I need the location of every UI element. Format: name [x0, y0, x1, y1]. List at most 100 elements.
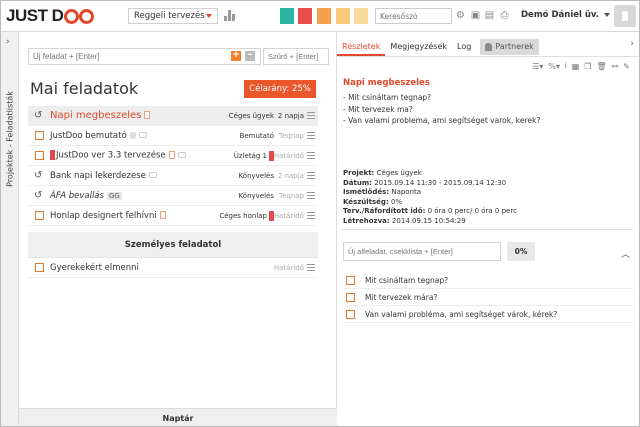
- projects-sidebar-collapsed[interactable]: › Projektek - Feladatlisták: [0, 32, 19, 427]
- subtask-checkbox[interactable]: [346, 309, 355, 319]
- logo-text: JUST D: [6, 6, 64, 25]
- task-title[interactable]: Bank napi lekerdezese: [50, 171, 146, 181]
- meta-value: 0 óra 0 perc/ 0 óra 0 perc: [427, 207, 517, 216]
- drag-handle-icon[interactable]: [307, 171, 315, 181]
- list-item[interactable]: Mit csináltam tegnap?: [343, 272, 633, 289]
- drag-handle-icon[interactable]: [307, 263, 315, 273]
- copy-icon[interactable]: ❐: [584, 62, 591, 71]
- task-meta: Projekt: Céges ügyek Dátum: 2015.09.14 1…: [343, 169, 517, 227]
- task-project: Bemutató: [239, 131, 274, 140]
- divider: [341, 229, 633, 230]
- task-title[interactable]: JustDoo bemutató: [50, 131, 127, 141]
- text-format-icon[interactable]: Ꭵ: [565, 61, 567, 71]
- calendar-bar[interactable]: Naptár: [19, 408, 337, 427]
- table-row[interactable]: JustDoo bemutató Bemutató Teqnap: [28, 126, 318, 146]
- repeat-icon: ↺: [34, 189, 43, 201]
- top-bar: JUST D Reggeli tervezés ⚙ ▣ ▤ ⎙ Demó Dán…: [0, 0, 640, 32]
- tab-partners[interactable]: Partnerek: [480, 39, 539, 55]
- repeat-icon: ↺: [34, 169, 43, 181]
- task-title[interactable]: Napi megbeszeles: [50, 110, 141, 121]
- delegated-icon: [129, 131, 136, 139]
- table-row[interactable]: Gyerekekért elmenni Határidő: [28, 258, 318, 278]
- add-task-button[interactable]: +: [231, 51, 241, 61]
- user-menu[interactable]: Demó Dániel üv.: [521, 10, 610, 20]
- meta-value: 0%: [390, 197, 403, 206]
- bar-chart-icon[interactable]: [224, 10, 236, 21]
- color-filter-pale-orange[interactable]: [354, 8, 368, 24]
- subtask-checkbox[interactable]: [346, 275, 355, 285]
- subtask-text[interactable]: Van valami probléma, ami segítséget váro…: [365, 310, 557, 319]
- collapse-button[interactable]: –: [245, 51, 255, 61]
- task-project: Üzletág 1: [233, 151, 267, 160]
- subtask-text[interactable]: Mit csináltam tegnap?: [365, 276, 448, 285]
- drag-handle-icon[interactable]: [307, 131, 315, 141]
- task-title[interactable]: ÁFA bevallás: [50, 191, 104, 201]
- subtask-text[interactable]: Mit tervezek mára?: [365, 293, 437, 302]
- tab-log[interactable]: Log: [452, 38, 476, 56]
- task-title[interactable]: Honlap designert felhívni: [50, 211, 157, 221]
- drag-handle-icon[interactable]: [307, 111, 315, 121]
- page-title: Mai feladatok: [30, 79, 139, 98]
- pin-button[interactable]: [614, 5, 636, 27]
- link-icon[interactable]: ⚯: [612, 62, 619, 71]
- subtask-progress: 0%: [507, 242, 535, 261]
- chevron-up-icon[interactable]: ︿: [621, 247, 630, 260]
- detail-description[interactable]: - Mit csináltam tegnap? - Mit tervezek m…: [343, 92, 540, 127]
- drag-handle-icon[interactable]: [307, 151, 315, 161]
- app-logo[interactable]: JUST D: [6, 6, 95, 26]
- detail-title[interactable]: Napi megbeszeles: [343, 78, 430, 88]
- table-row[interactable]: ↺ ÁFA bevallás GG Könyvelés Teqnap: [28, 186, 318, 206]
- view-select[interactable]: Reggeli tervezés: [128, 8, 218, 24]
- task-checkbox[interactable]: [35, 151, 44, 160]
- personal-tasks-heading[interactable]: Személyes feladatol: [28, 232, 318, 258]
- color-filter-red[interactable]: [298, 8, 312, 24]
- new-subtask-input[interactable]: [343, 242, 501, 261]
- search-input[interactable]: [375, 8, 452, 24]
- gear-icon[interactable]: ⚙: [455, 10, 466, 21]
- tab-notes[interactable]: Megjegyzések: [385, 38, 452, 56]
- color-filter-orange[interactable]: [317, 8, 331, 24]
- drag-handle-icon[interactable]: [307, 191, 315, 201]
- projects-lists-label[interactable]: Projektek - Feladatlisták: [2, 44, 17, 234]
- description-line: - Mit tervezek ma?: [343, 104, 413, 114]
- drag-handle-icon[interactable]: [307, 211, 315, 221]
- percent-icon[interactable]: %▾: [548, 62, 560, 71]
- table-row[interactable]: ↺ Napi megbeszeles Céges ügyek 2 napja: [28, 106, 318, 126]
- meta-value: Naponta: [391, 188, 422, 197]
- task-checkbox[interactable]: [35, 211, 44, 220]
- new-task-input[interactable]: [28, 48, 261, 65]
- subtask-checkbox[interactable]: [346, 292, 355, 302]
- task-title[interactable]: Gyerekekért elmenni: [50, 263, 139, 273]
- list-item[interactable]: Mit tervezek mára?: [343, 289, 633, 306]
- chevron-right-icon[interactable]: ›: [630, 39, 634, 49]
- grid-view-icon[interactable]: ▣: [470, 10, 481, 21]
- comment-icon: [138, 132, 147, 138]
- table-row[interactable]: Honlap designert felhívni Céges honlap H…: [28, 206, 318, 226]
- tab-details[interactable]: Részletek: [337, 38, 386, 56]
- task-checkbox[interactable]: [35, 263, 44, 272]
- task-project: Könyvelés: [238, 171, 274, 180]
- meta-value: 2015.09.14 11:30 - 2015.09.14 12:30: [374, 178, 507, 187]
- table-row[interactable]: JustDoo ver 3.3 tervezése Üzletág 1 Hatá…: [28, 146, 318, 166]
- task-checkbox[interactable]: [35, 131, 44, 140]
- edit-icon[interactable]: ✎: [623, 62, 630, 71]
- color-filter-teal[interactable]: [280, 8, 294, 24]
- task-list: ↺ Napi megbeszeles Céges ügyek 2 napja J…: [28, 106, 318, 278]
- target-ratio-badge[interactable]: Célarány: 25%: [244, 80, 316, 98]
- repeat-icon: ↺: [34, 109, 43, 121]
- comment-icon: [177, 152, 186, 159]
- task-title[interactable]: JustDoo ver 3.3 tervezése: [56, 151, 166, 161]
- table-row[interactable]: ↺ Bank napi lekerdezese Könyvelés 2 napj…: [28, 166, 318, 186]
- filter-input[interactable]: [263, 48, 329, 65]
- person-icon: [485, 43, 493, 51]
- calendar-icon[interactable]: ▦: [572, 62, 580, 71]
- save-icon[interactable]: ▤: [484, 10, 495, 21]
- list-icon[interactable]: ☰▾: [532, 62, 543, 71]
- task-due: Teqnap: [278, 191, 304, 200]
- print-icon[interactable]: ⎙: [499, 10, 510, 21]
- document-icon: [168, 151, 175, 160]
- color-filter-light-orange[interactable]: [336, 8, 350, 24]
- trash-icon[interactable]: 🗑: [596, 62, 606, 71]
- assignee-badge: GG: [106, 191, 122, 200]
- list-item[interactable]: Van valami probléma, ami segítséget váro…: [343, 306, 633, 323]
